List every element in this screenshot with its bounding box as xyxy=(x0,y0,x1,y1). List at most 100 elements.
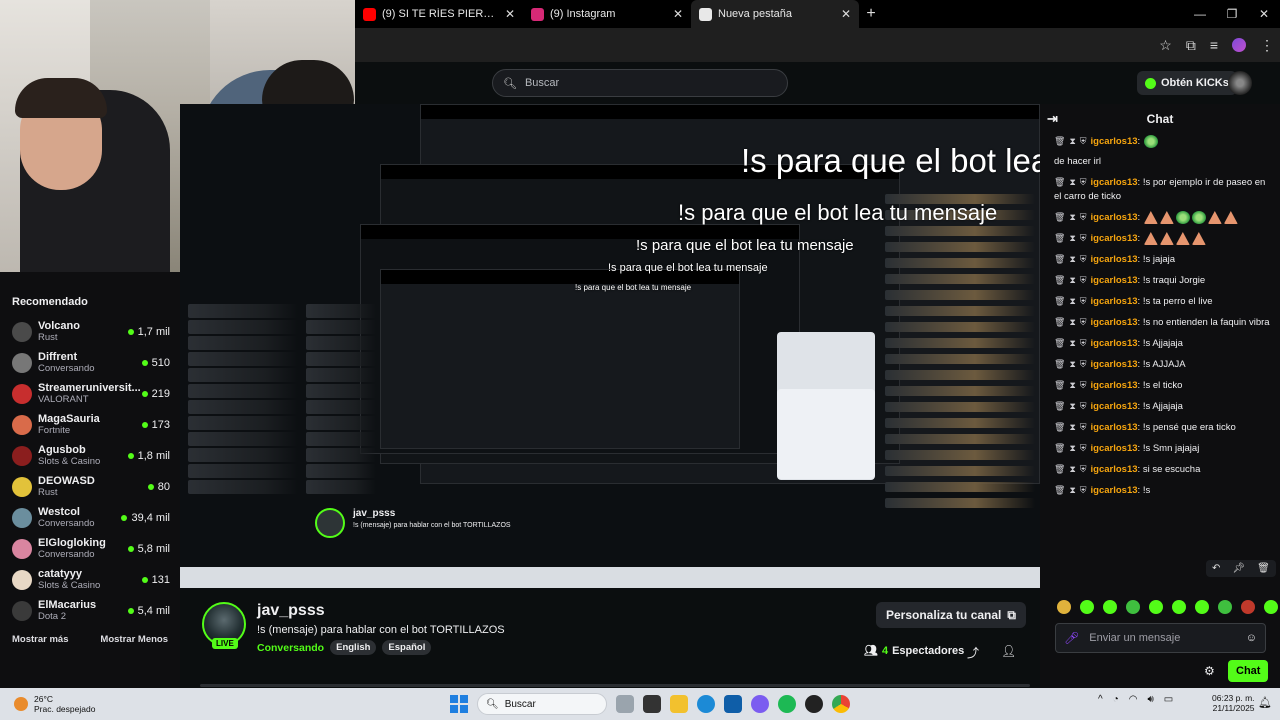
show-less-button[interactable]: Mostrar Menos xyxy=(100,634,168,645)
bookmark-star-icon[interactable]: ☆ xyxy=(1159,37,1172,54)
extensions-icon[interactable]: ⧉ xyxy=(1186,37,1196,54)
close-tab-icon[interactable]: ✕ xyxy=(505,7,515,21)
start-button[interactable] xyxy=(450,695,468,713)
chat-settings-icon[interactable]: ⚙ xyxy=(1204,664,1215,678)
emote-icon[interactable] xyxy=(1080,600,1094,614)
shield-icon[interactable]: ⛨ xyxy=(1080,443,1087,453)
chat-username[interactable]: igcarlos13 xyxy=(1091,136,1138,147)
mic-icon[interactable]: 🎤︎ xyxy=(1064,631,1079,645)
pin-icon[interactable]: 📌︎ xyxy=(1232,563,1245,574)
delete-icon[interactable]: 🗑︎ xyxy=(1054,317,1065,327)
chat-username[interactable]: igcarlos13 xyxy=(1091,254,1138,265)
chat-send-button[interactable]: Chat xyxy=(1228,660,1269,682)
chrome-icon[interactable] xyxy=(832,695,850,713)
search-bar[interactable]: 🔍︎ Buscar xyxy=(492,69,788,97)
browser-menu-icon[interactable]: ⋮ xyxy=(1260,37,1274,54)
chat-message[interactable]: 🗑︎ ⧗ ⛨ igcarlos13: !s no entienden la faqui… xyxy=(1054,315,1270,330)
volume-icon[interactable]: 🔊︎ xyxy=(1147,694,1153,705)
emote-icon[interactable] xyxy=(1103,600,1117,614)
chat-message[interactable]: 🗑︎ ⧗ ⛨ igcarlos13: !s xyxy=(1054,483,1270,498)
stream-video-player[interactable]: jav_psss !s (mensaje) para hablar con el… xyxy=(180,104,1040,588)
delete-icon[interactable]: 🗑︎ xyxy=(1054,464,1065,474)
chat-message[interactable]: 🗑︎ ⧗ ⛨ igcarlos13: !s el ticko xyxy=(1054,378,1270,393)
shield-icon[interactable]: ⛨ xyxy=(1080,401,1087,411)
delete-icon[interactable]: 🗑︎ xyxy=(1054,275,1065,285)
timeout-icon[interactable]: ⧗ xyxy=(1069,233,1075,243)
close-window-button[interactable]: ✕ xyxy=(1248,7,1280,21)
timeout-icon[interactable]: ⧗ xyxy=(1069,401,1075,411)
emote-icon[interactable] xyxy=(1241,600,1255,614)
delete-icon[interactable]: 🗑︎ xyxy=(1054,338,1065,348)
timeout-icon[interactable]: ⧗ xyxy=(1069,136,1075,146)
chat-message[interactable]: 🗑︎ ⧗ ⛨ igcarlos13: !s ta perro el live xyxy=(1054,294,1270,309)
customize-channel-button[interactable]: Personaliza tu canal ⧉ xyxy=(876,602,1026,628)
delete-icon[interactable]: 🗑︎ xyxy=(1054,422,1065,432)
delete-icon[interactable]: 🗑︎ xyxy=(1054,359,1065,369)
wifi-icon[interactable]: ◠ xyxy=(1129,694,1138,705)
emote-icon[interactable] xyxy=(1195,600,1209,614)
chat-username[interactable]: igcarlos13 xyxy=(1091,275,1138,286)
shield-icon[interactable]: ⛨ xyxy=(1080,380,1087,390)
chat-message[interactable]: 🗑︎ ⧗ ⛨ igcarlos13: !s Ajjajaja xyxy=(1054,336,1270,351)
chat-message[interactable]: 🗑︎ ⧗ ⛨ igcarlos13: !s traqui Jorgie xyxy=(1054,273,1270,288)
timeout-icon[interactable]: ⧗ xyxy=(1069,296,1075,306)
chevron-up-icon[interactable]: ^ xyxy=(1098,694,1103,705)
new-tab-button[interactable]: + xyxy=(859,5,883,23)
shield-icon[interactable]: ⛨ xyxy=(1080,317,1087,327)
chat-message[interactable]: 🗑︎ ⧗ ⛨ igcarlos13: !s jajaja xyxy=(1054,252,1270,267)
edge-icon[interactable] xyxy=(697,695,715,713)
close-tab-icon[interactable]: ✕ xyxy=(841,7,851,21)
notification-bell-icon[interactable]: 🔔︎ xyxy=(1258,696,1272,709)
emote-icon[interactable] xyxy=(1149,600,1163,614)
tag-espanol[interactable]: Español xyxy=(382,640,432,655)
delete-icon[interactable]: 🗑︎ xyxy=(1054,212,1065,222)
emote-icon[interactable] xyxy=(1264,600,1278,614)
chat-username[interactable]: igcarlos13 xyxy=(1091,212,1138,223)
delete-icon[interactable]: 🗑︎ xyxy=(1054,254,1065,264)
show-more-button[interactable]: Mostrar más xyxy=(12,634,69,645)
game-app-icon[interactable] xyxy=(805,695,823,713)
delete-icon[interactable]: 🗑︎ xyxy=(1054,380,1065,390)
recommended-channel[interactable]: Streameruniversit... VALORANT 219 xyxy=(12,378,170,409)
recommended-channel[interactable]: Diffrent Conversando 510 xyxy=(12,347,170,378)
timeout-icon[interactable]: ⧗ xyxy=(1069,422,1075,432)
recommended-channel[interactable]: DEOWASD Rust 80 xyxy=(12,471,170,502)
chat-message[interactable]: 🗑︎ ⧗ ⛨ igcarlos13: !s Smn jajajaj xyxy=(1054,441,1270,456)
emote-icon[interactable] xyxy=(1218,600,1232,614)
emoji-icon[interactable]: ☺ xyxy=(1246,632,1257,644)
chat-username[interactable]: igcarlos13 xyxy=(1091,380,1138,391)
battery-icon[interactable]: ▭ xyxy=(1164,694,1173,705)
streamer-name[interactable]: jav_psss xyxy=(257,602,325,620)
timeout-icon[interactable]: ⧗ xyxy=(1069,464,1075,474)
recommended-channel[interactable]: Volcano Rust 1,7 mil xyxy=(12,316,170,347)
timeout-icon[interactable]: ⧗ xyxy=(1069,338,1075,348)
shield-icon[interactable]: ⛨ xyxy=(1080,359,1087,369)
follow-user-icon[interactable]: 👤︎ xyxy=(1001,644,1016,658)
file-explorer-icon[interactable] xyxy=(670,695,688,713)
timeout-icon[interactable]: ⧗ xyxy=(1069,212,1075,222)
media-control-icon[interactable]: ≡ xyxy=(1210,37,1218,53)
shield-icon[interactable]: ⛨ xyxy=(1080,422,1087,432)
delete-icon[interactable]: 🗑︎ xyxy=(1257,563,1270,574)
shield-icon[interactable]: ⛨ xyxy=(1080,338,1087,348)
shield-icon[interactable]: ⛨ xyxy=(1080,254,1087,264)
store-icon[interactable] xyxy=(724,695,742,713)
chat-message[interactable]: 🗑︎ ⧗ ⛨ igcarlos13: !s AJJAJA xyxy=(1054,357,1270,372)
stream-category[interactable]: Conversando xyxy=(257,642,324,654)
shield-icon[interactable]: ⛨ xyxy=(1080,136,1087,146)
chat-username[interactable]: igcarlos13 xyxy=(1091,233,1138,244)
emote-icon[interactable] xyxy=(1126,600,1140,614)
browser-tab[interactable]: (9) SI TE RÍES PIERDES NIVEL DIOS ✕ xyxy=(355,0,523,28)
chat-message[interactable]: 🗑︎ ⧗ ⛨ igcarlos13: !s Ajjajaja xyxy=(1054,399,1270,414)
chat-input-box[interactable]: 🎤︎ ☺ xyxy=(1055,623,1266,653)
chat-username[interactable]: igcarlos13 xyxy=(1091,296,1138,307)
delete-icon[interactable]: 🗑︎ xyxy=(1054,177,1065,187)
shield-icon[interactable]: ⛨ xyxy=(1080,275,1087,285)
timeout-icon[interactable]: ⧗ xyxy=(1069,359,1075,369)
collapse-chat-icon[interactable]: ⇥ xyxy=(1047,111,1058,127)
reply-icon[interactable]: ↶ xyxy=(1212,563,1220,574)
shield-icon[interactable]: ⛨ xyxy=(1080,177,1087,187)
shield-icon[interactable]: ⛨ xyxy=(1080,485,1087,495)
maximize-button[interactable]: ❐ xyxy=(1216,7,1248,21)
weather-widget[interactable]: 26°C Prac. despejado xyxy=(14,694,95,714)
